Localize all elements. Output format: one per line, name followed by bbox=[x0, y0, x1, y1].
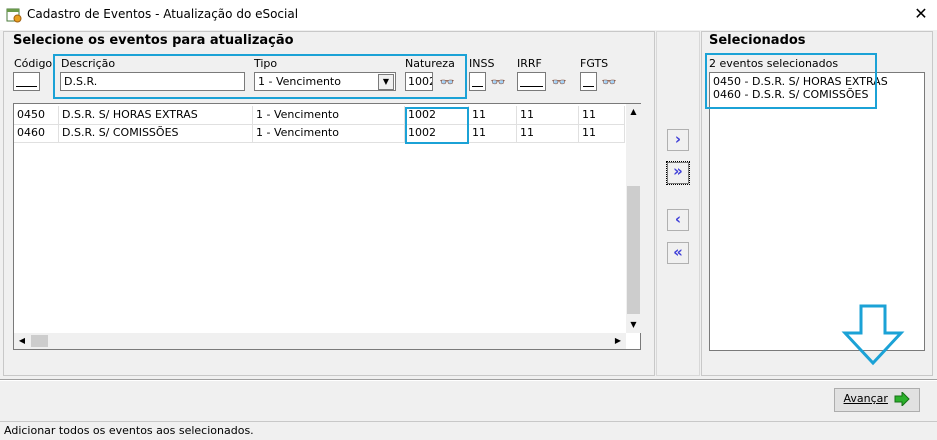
cell-fgts: 11 bbox=[579, 124, 625, 142]
fgts-label: FGTS bbox=[580, 57, 609, 70]
cell-natureza: 1002 bbox=[405, 124, 469, 142]
transfer-panel bbox=[656, 31, 700, 376]
cell-irrf: 11 bbox=[517, 106, 579, 124]
inss-search-binoculars-icon[interactable]: 👓 bbox=[487, 74, 509, 90]
cell-inss: 11 bbox=[469, 124, 517, 142]
avancar-label: Avançar bbox=[843, 392, 888, 405]
footer-separator bbox=[0, 379, 937, 381]
events-grid[interactable]: 0450 D.S.R. S/ HORAS EXTRAS 1 - Vencimen… bbox=[13, 103, 641, 350]
add-selected-button[interactable]: › bbox=[667, 129, 689, 151]
natureza-search-binoculars-icon[interactable]: 👓 bbox=[436, 74, 458, 90]
arrow-right-icon bbox=[894, 390, 911, 408]
down-arrow-annotation-icon bbox=[841, 304, 905, 366]
avancar-button[interactable]: Avançar bbox=[834, 388, 920, 412]
fgts-filter-input[interactable] bbox=[580, 72, 597, 91]
chevron-down-icon[interactable]: ▼ bbox=[378, 74, 394, 90]
scroll-up-icon[interactable]: ▲ bbox=[626, 104, 641, 120]
list-item[interactable]: 0450 - D.S.R. S/ HORAS EXTRAS bbox=[713, 75, 888, 88]
selected-count: 2 eventos selecionados bbox=[709, 57, 839, 70]
codigo-filter-input[interactable] bbox=[13, 72, 40, 91]
list-item[interactable]: 0460 - D.S.R. S/ COMISSÕES bbox=[713, 88, 868, 101]
cell-fgts: 11 bbox=[579, 106, 625, 124]
remove-all-button[interactable]: « bbox=[667, 242, 689, 264]
irrf-filter-input[interactable] bbox=[517, 72, 546, 91]
vertical-scroll-thumb[interactable] bbox=[627, 186, 640, 314]
fgts-search-binoculars-icon[interactable]: 👓 bbox=[598, 74, 620, 90]
cell-irrf: 11 bbox=[517, 124, 579, 142]
vertical-scrollbar[interactable]: ▲ ▼ bbox=[626, 104, 641, 333]
descricao-filter-input[interactable]: D.S.R. bbox=[60, 72, 245, 91]
tipo-label: Tipo bbox=[254, 57, 278, 70]
natureza-label: Natureza bbox=[405, 57, 455, 70]
scroll-down-icon[interactable]: ▼ bbox=[626, 317, 641, 333]
remove-selected-button[interactable]: ‹ bbox=[667, 209, 689, 231]
cell-codigo: 0460 bbox=[14, 124, 59, 142]
horizontal-scrollbar[interactable]: ◀ ▶ bbox=[14, 333, 626, 349]
tipo-select[interactable]: 1 - Vencimento bbox=[254, 72, 396, 91]
cell-descricao: D.S.R. S/ HORAS EXTRAS bbox=[59, 106, 253, 124]
window-title: Cadastro de Eventos - Atualização do eSo… bbox=[27, 7, 299, 21]
cell-codigo: 0450 bbox=[14, 106, 59, 124]
selected-panel-title: Selecionados bbox=[709, 33, 806, 48]
scroll-right-icon[interactable]: ▶ bbox=[610, 333, 626, 349]
cell-inss: 11 bbox=[469, 106, 517, 124]
cell-tipo: 1 - Vencimento bbox=[253, 106, 405, 124]
descricao-label: Descrição bbox=[61, 57, 116, 70]
scroll-left-icon[interactable]: ◀ bbox=[14, 333, 30, 349]
codigo-label: Código bbox=[14, 57, 53, 70]
irrf-label: IRRF bbox=[517, 57, 542, 70]
cell-descricao: D.S.R. S/ COMISSÕES bbox=[59, 124, 253, 142]
inss-label: INSS bbox=[469, 57, 495, 70]
table-row[interactable]: 0460 D.S.R. S/ COMISSÕES 1 - Vencimento … bbox=[14, 124, 625, 143]
horizontal-scroll-thumb[interactable] bbox=[31, 335, 48, 347]
inss-filter-input[interactable] bbox=[469, 72, 486, 91]
cell-tipo: 1 - Vencimento bbox=[253, 124, 405, 142]
add-all-button[interactable]: » bbox=[666, 161, 690, 185]
status-bar: Adicionar todos os eventos aos seleciona… bbox=[0, 421, 937, 440]
irrf-search-binoculars-icon[interactable]: 👓 bbox=[548, 74, 570, 90]
close-button[interactable]: ✕ bbox=[909, 3, 933, 25]
cell-natureza: 1002 bbox=[405, 106, 469, 124]
table-row[interactable]: 0450 D.S.R. S/ HORAS EXTRAS 1 - Vencimen… bbox=[14, 106, 625, 125]
calendar-check-icon bbox=[6, 8, 22, 23]
events-panel-title: Selecione os eventos para atualização bbox=[13, 33, 294, 48]
natureza-filter-input[interactable]: 1002 bbox=[405, 72, 433, 91]
